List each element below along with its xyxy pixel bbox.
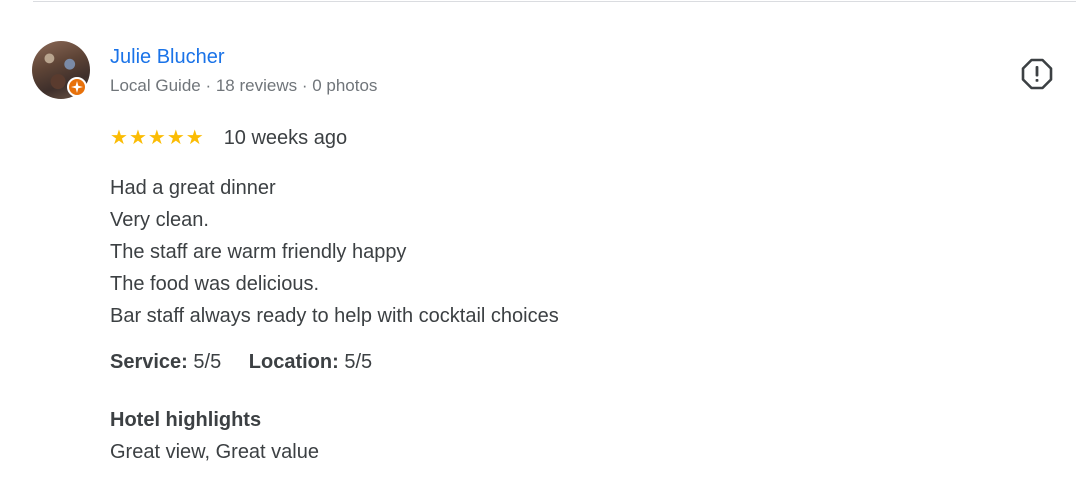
- rating-value: 5/5: [344, 351, 373, 373]
- review-line: Had a great dinner: [110, 177, 276, 199]
- location-rating: Location: 5/5: [249, 349, 372, 375]
- review-line: Very clean.: [110, 209, 209, 231]
- sub-ratings: Service: 5/5 Location: 5/5: [110, 349, 394, 375]
- star-rating: ★ ★ ★ ★ ★: [110, 128, 204, 148]
- review-text: Had a great dinner Very clean. The staff…: [110, 172, 559, 332]
- report-review-button[interactable]: [1021, 58, 1053, 90]
- review-line: The staff are warm friendly happy: [110, 241, 407, 263]
- rating-row: ★ ★ ★ ★ ★ 10 weeks ago: [110, 126, 347, 150]
- review-line: The food was delicious.: [110, 273, 320, 295]
- rating-label: Service:: [110, 351, 188, 373]
- local-guide-badge-icon: [67, 77, 87, 97]
- star-icon: ★: [110, 127, 128, 149]
- rating-label: Location:: [248, 351, 339, 373]
- review-date: 10 weeks ago: [223, 126, 348, 149]
- star-icon: ★: [185, 127, 204, 149]
- star-icon: ★: [128, 127, 147, 149]
- reviewer-meta: Local Guide · 18 reviews · 0 photos: [110, 76, 378, 95]
- reviewer-name-link[interactable]: Julie Blucher: [110, 45, 225, 69]
- highlights-title: Hotel highlights: [110, 409, 262, 431]
- rating-value: 5/5: [193, 351, 222, 373]
- report-flag-icon: [1021, 58, 1053, 90]
- top-divider: [33, 1, 1076, 2]
- star-icon: ★: [147, 127, 166, 149]
- star-icon: ★: [166, 127, 185, 149]
- review-line: Bar staff always ready to help with cock…: [110, 305, 559, 327]
- service-rating: Service: 5/5: [110, 349, 221, 375]
- highlights-value: Great view, Great value: [110, 441, 319, 463]
